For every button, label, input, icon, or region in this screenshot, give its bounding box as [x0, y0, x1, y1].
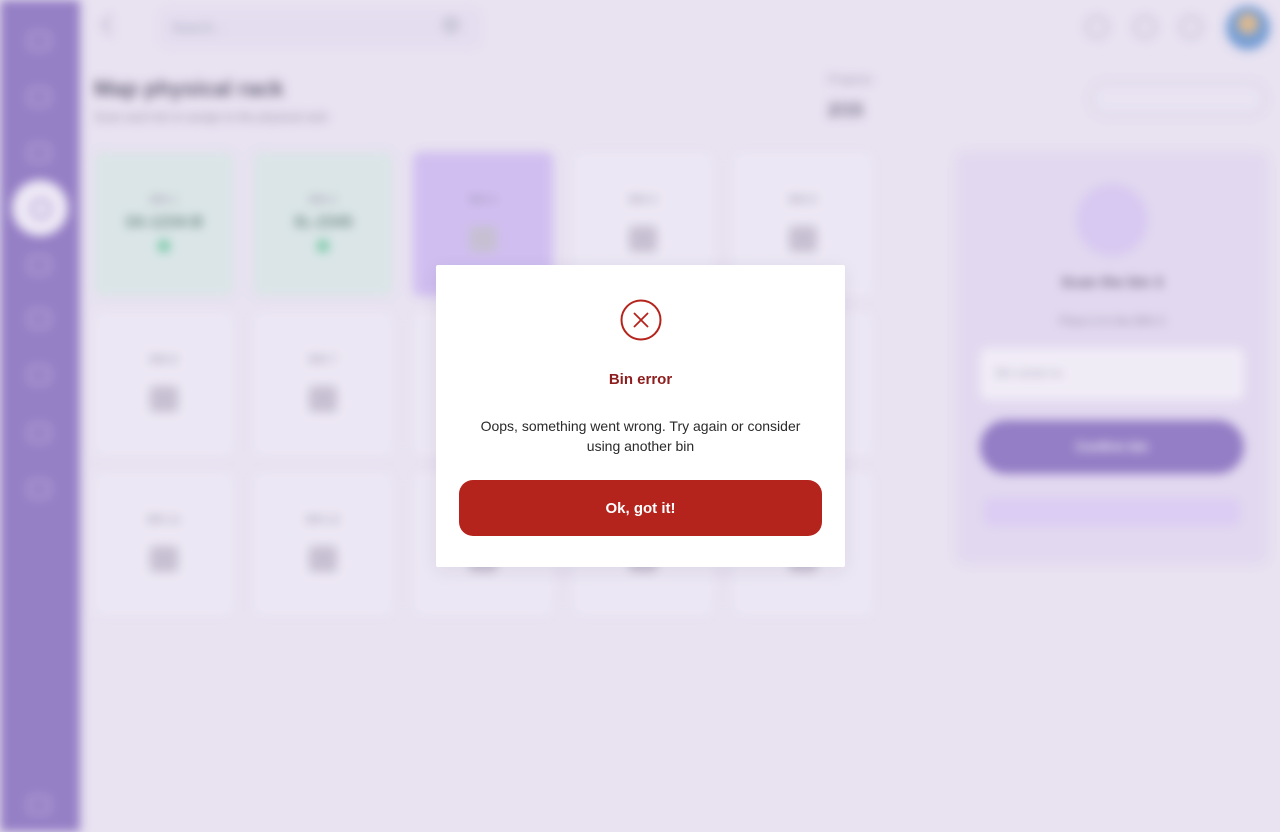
dialog-title: Bin error: [608, 371, 673, 388]
error-x-circle-icon: [620, 299, 662, 341]
dialog-message: Oops, something went wrong. Try again or…: [480, 418, 801, 454]
ok-got-it-button[interactable]: Ok, got it!: [459, 480, 822, 536]
error-dialog: Bin error Oops, something went wrong. Tr…: [436, 265, 845, 567]
